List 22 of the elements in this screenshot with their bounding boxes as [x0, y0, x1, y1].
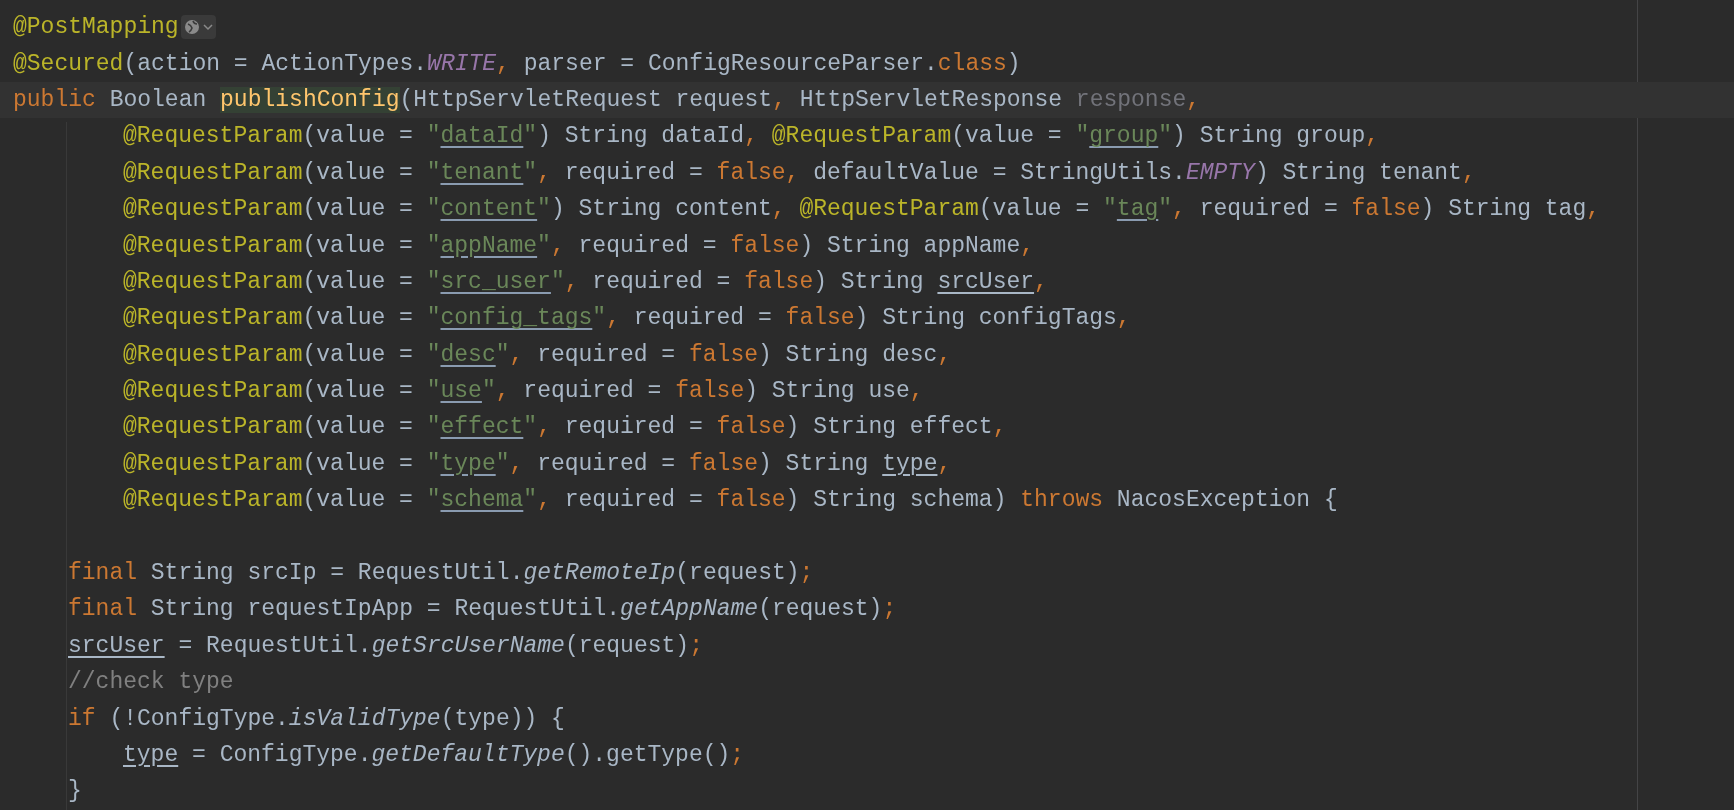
code-line: @RequestParam(value = "type", required = false) String type,	[123, 449, 952, 479]
code-line: //check type	[68, 668, 234, 698]
code-line: @RequestParam(value = "content") String content, @RequestParam(value = "tag", required = false) String tag,	[123, 195, 1600, 225]
code-line: srcUser = RequestUtil.getSrcUserName(request);	[68, 631, 703, 661]
code-line: @RequestParam(value = "dataId") String dataId, @RequestParam(value = "group") String group,	[123, 122, 1380, 152]
code-line: @RequestParam(value = "use", required = false) String use,	[123, 377, 924, 407]
code-line: }	[68, 777, 82, 807]
code-line: if (!ConfigType.isValidType(type)) {	[68, 704, 565, 734]
code-line: @RequestParam(value = "schema", required = false) String schema) throws NacosException {	[123, 486, 1338, 516]
globe-icon[interactable]	[180, 15, 216, 40]
code-line: final String requestIpApp = RequestUtil.getAppName(request);	[68, 595, 897, 625]
code-line: @RequestParam(value = "desc", required = false) String desc,	[123, 340, 952, 370]
code-line: type = ConfigType.getDefaultType().getType();	[123, 741, 745, 770]
code-line: @RequestParam(value = "tenant", required = false, defaultValue = StringUtils.EMPTY) String tenant,	[123, 158, 1476, 188]
code-line: @RequestParam(value = "src_user", required = false) String srcUser,	[123, 267, 1048, 297]
code-line: @PostMapping	[13, 13, 179, 43]
code-line: final String srcIp = RequestUtil.getRemoteIp(request);	[68, 559, 814, 589]
code-line: @RequestParam(value = "config_tags", required = false) String configTags,	[123, 304, 1131, 334]
code-line: @Secured(action = ActionTypes.WRITE, parser = ConfigResourceParser.class)	[13, 49, 1021, 79]
code-line: @RequestParam(value = "appName", required = false) String appName,	[123, 231, 1035, 261]
code-line: public Boolean publishConfig(HttpServletRequest request, HttpServletResponse response,	[13, 85, 1201, 115]
code-line: @RequestParam(value = "effect", required = false) String effect,	[123, 413, 1007, 443]
